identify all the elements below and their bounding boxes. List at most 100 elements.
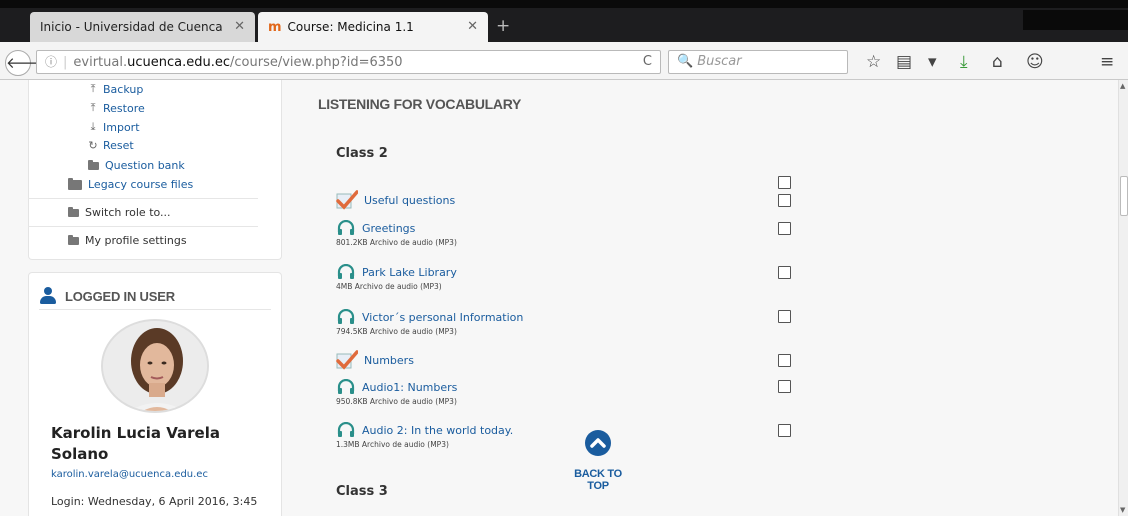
url-bar[interactable]: ⓘ | evirtual.ucuenca.edu.ec/course/view.ph… bbox=[36, 50, 661, 74]
download-icon[interactable]: ⤓ bbox=[960, 52, 968, 72]
activity-item[interactable]: Useful questions bbox=[336, 190, 455, 210]
activity-link[interactable]: Audio1: Numbers bbox=[362, 381, 457, 394]
search-input[interactable]: 🔍 Buscar bbox=[668, 50, 848, 74]
headphones-icon bbox=[337, 309, 355, 324]
reload-icon[interactable]: C bbox=[643, 51, 652, 73]
back-button[interactable]: 🡐 bbox=[5, 50, 46, 76]
activity-link[interactable]: Numbers bbox=[364, 354, 414, 367]
back-to-top-label: BACK TO TOP bbox=[574, 468, 622, 492]
info-icon[interactable]: ⓘ bbox=[45, 55, 57, 69]
reading-list-icon[interactable]: ▤ bbox=[896, 52, 912, 72]
menu-icon[interactable]: ≡ bbox=[1100, 52, 1114, 72]
completion-checkbox[interactable] bbox=[778, 222, 791, 235]
completion-checkbox[interactable] bbox=[778, 194, 791, 207]
search-icon: 🔍 bbox=[677, 54, 694, 69]
class-title: Class 3 bbox=[336, 484, 388, 499]
last-login-text: Login: Wednesday, 6 April 2016, 3:45 PM bbox=[51, 495, 258, 516]
tab-course[interactable]: m Course: Medicina 1.1 ✕ bbox=[258, 12, 488, 42]
browser-tab-bar: Inicio - Universidad de Cuenca ✕ m Cours… bbox=[0, 0, 1128, 42]
headphones-icon bbox=[337, 220, 355, 235]
completion-checkbox[interactable] bbox=[778, 354, 791, 367]
url-separator: | bbox=[63, 55, 68, 70]
left-column: ⤒ Backup ⤒ Restore ⤓ Import ↻ Reset Ques… bbox=[0, 80, 290, 516]
main-content: LISTENING FOR VOCABULARY Class 2 Useful … bbox=[290, 80, 1118, 516]
admin-item-label: Restore bbox=[103, 101, 145, 115]
home-icon[interactable]: ⌂ bbox=[992, 52, 1003, 72]
close-tab-icon[interactable]: ✕ bbox=[467, 19, 478, 34]
url-prefix: evirtual. bbox=[73, 55, 128, 70]
activity-link[interactable]: Greetings bbox=[362, 222, 415, 235]
file-meta: 4MB Archivo de audio (MP3) bbox=[336, 282, 442, 291]
profile-settings-item[interactable]: My profile settings bbox=[68, 234, 187, 247]
avatar[interactable] bbox=[101, 319, 209, 413]
completion-checkbox[interactable] bbox=[778, 310, 791, 323]
search-placeholder: Buscar bbox=[697, 54, 742, 69]
chevron-up-icon bbox=[585, 430, 611, 456]
file-meta: 794.5KB Archivo de audio (MP3) bbox=[336, 327, 457, 336]
chat-icon[interactable]: ☺ bbox=[1026, 52, 1044, 72]
menu-divider bbox=[28, 226, 258, 227]
headphones-icon bbox=[337, 379, 355, 394]
menu-divider bbox=[28, 198, 258, 199]
activity-item[interactable]: Park Lake Library 4MB Archivo de audio (… bbox=[336, 264, 457, 291]
window-top-strip bbox=[0, 0, 1128, 8]
tab-label: Inicio - Universidad de Cuenca bbox=[40, 20, 223, 34]
activity-item[interactable]: Audio1: Numbers 950.8KB Archivo de audio… bbox=[336, 379, 457, 406]
activity-item[interactable]: Numbers bbox=[336, 350, 414, 370]
scroll-up-icon[interactable]: ▲ bbox=[1120, 82, 1125, 90]
switch-role-item[interactable]: Switch role to... bbox=[68, 206, 171, 219]
admin-item-label: Reset bbox=[103, 139, 134, 152]
user-name: Karolin Lucia Varela Solano bbox=[51, 424, 220, 463]
activity-item[interactable]: Audio 2: In the world today. 1.3MB Archi… bbox=[336, 422, 513, 449]
admin-item-import[interactable]: ⤓ Import bbox=[86, 120, 140, 134]
url-host: ucuenca.edu.ec bbox=[127, 55, 230, 70]
back-to-top-button[interactable]: BACK TO TOP bbox=[563, 430, 633, 492]
tab-inicio[interactable]: Inicio - Universidad de Cuenca ✕ bbox=[30, 12, 255, 42]
admin-item-backup[interactable]: ⤒ Backup bbox=[86, 82, 144, 96]
backup-icon: ⤒ bbox=[90, 82, 96, 95]
completion-checkbox[interactable] bbox=[778, 424, 791, 437]
folder-icon bbox=[68, 177, 82, 190]
scroll-down-icon[interactable]: ▼ bbox=[1120, 506, 1125, 514]
class-title: Class 2 bbox=[336, 146, 388, 161]
folder-icon bbox=[88, 159, 99, 170]
headphones-icon bbox=[337, 264, 355, 279]
completion-checkbox[interactable] bbox=[778, 380, 791, 393]
folder-icon bbox=[68, 234, 79, 245]
file-meta: 1.3MB Archivo de audio (MP3) bbox=[336, 440, 449, 449]
tab-label: Course: Medicina 1.1 bbox=[287, 20, 414, 34]
file-meta: 950.8KB Archivo de audio (MP3) bbox=[336, 397, 457, 406]
activity-link[interactable]: Park Lake Library bbox=[362, 266, 457, 279]
folder-icon bbox=[68, 206, 79, 217]
page-scrollbar[interactable]: ▲ ▼ bbox=[1118, 80, 1128, 516]
pocket-icon[interactable]: ▾ bbox=[928, 52, 937, 72]
file-meta: 801.2KB Archivo de audio (MP3) bbox=[336, 238, 457, 247]
activity-link[interactable]: Audio 2: In the world today. bbox=[362, 424, 513, 437]
bookmark-star-icon[interactable]: ☆ bbox=[866, 52, 881, 72]
quiz-check-icon bbox=[336, 190, 358, 210]
completion-checkbox[interactable] bbox=[778, 266, 791, 279]
restore-icon: ⤒ bbox=[90, 101, 96, 114]
admin-item-restore[interactable]: ⤒ Restore bbox=[86, 101, 145, 115]
scrollbar-thumb[interactable] bbox=[1120, 176, 1128, 216]
admin-item-label: Backup bbox=[103, 82, 144, 96]
close-tab-icon[interactable]: ✕ bbox=[234, 19, 245, 34]
activity-item[interactable]: Victor´s personal Information 794.5KB Ar… bbox=[336, 309, 523, 336]
section-title: LISTENING FOR VOCABULARY bbox=[318, 96, 522, 112]
new-tab-icon[interactable]: + bbox=[496, 16, 510, 36]
admin-item-legacy-files[interactable]: Legacy course files bbox=[68, 177, 194, 191]
completion-checkbox[interactable] bbox=[778, 176, 791, 189]
activity-link[interactable]: Useful questions bbox=[364, 194, 455, 207]
admin-item-label: Legacy course files bbox=[88, 178, 194, 191]
admin-item-question-bank[interactable]: Question bank bbox=[88, 159, 185, 172]
activity-link[interactable]: Victor´s personal Information bbox=[362, 311, 523, 324]
admin-item-label: Question bank bbox=[105, 159, 185, 172]
quiz-check-icon bbox=[336, 350, 358, 370]
navigation-bar: 🡐 ⓘ | evirtual.ucuenca.edu.ec/course/view.… bbox=[0, 42, 1128, 80]
import-icon: ⤓ bbox=[90, 120, 96, 133]
user-email-link[interactable]: karolin.varela@ucuenca.edu.ec bbox=[51, 469, 208, 480]
headphones-icon bbox=[337, 422, 355, 437]
admin-item-reset[interactable]: ↻ Reset bbox=[86, 139, 134, 152]
activity-item[interactable]: Greetings 801.2KB Archivo de audio (MP3) bbox=[336, 220, 457, 247]
profile-settings-label: My profile settings bbox=[85, 234, 187, 247]
